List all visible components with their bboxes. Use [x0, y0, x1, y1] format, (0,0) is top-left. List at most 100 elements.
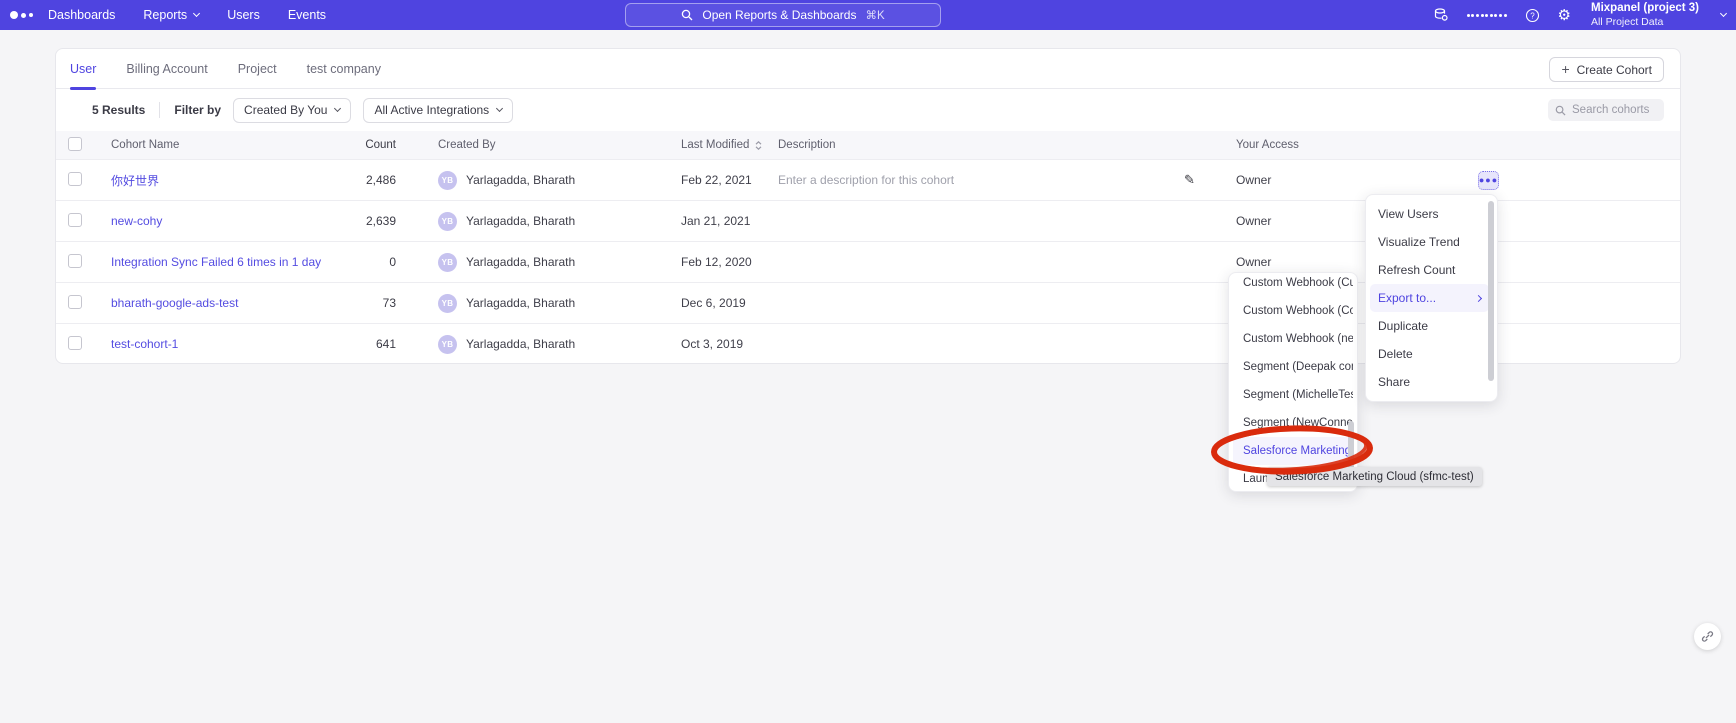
row-context-menu: View Users Visualize Trend Refresh Count…: [1365, 194, 1498, 402]
avatar: YB: [438, 171, 457, 190]
submenu-item-segment-deepak[interactable]: Segment (Deepak con...: [1233, 353, 1353, 381]
project-chevron-down-icon[interactable]: [1720, 10, 1727, 17]
data-management-icon[interactable]: [1433, 7, 1449, 23]
project-name: Mixpanel (project 3): [1591, 2, 1699, 15]
access-level: Owner: [1236, 173, 1466, 187]
chevron-down-icon: [193, 10, 200, 17]
tab-user[interactable]: User: [70, 49, 96, 89]
submenu-item-salesforce-marketing-cloud[interactable]: Salesforce Marketing C...: [1233, 437, 1353, 465]
menu-item-view-users[interactable]: View Users: [1370, 200, 1489, 228]
submenu-item-custom-webhook-cu[interactable]: Custom Webhook (Cu...: [1233, 272, 1353, 297]
created-by-name: Yarlagadda, Bharath: [466, 337, 575, 351]
submenu-item-segment-newconnec[interactable]: Segment (NewConnec...: [1233, 409, 1353, 437]
col-description: Description: [778, 139, 1184, 151]
cohort-count: 0: [356, 255, 396, 269]
mixpanel-logo-icon[interactable]: [10, 11, 36, 19]
plus-icon: +: [1561, 61, 1569, 77]
cohort-count: 2,639: [356, 214, 396, 228]
svg-text:?: ?: [1530, 11, 1535, 20]
cohort-search-input[interactable]: [1572, 104, 1652, 116]
last-modified-date: Dec 6, 2019: [681, 296, 778, 310]
tab-test-company[interactable]: test company: [307, 49, 381, 89]
col-cohort-name: Cohort Name: [111, 139, 356, 151]
cohort-count: 73: [356, 296, 396, 310]
apps-grid-icon[interactable]: [1467, 14, 1507, 17]
chevron-right-icon: [1475, 294, 1482, 301]
cohort-name-link[interactable]: 你好世界: [111, 172, 356, 189]
results-count: 5 Results: [92, 103, 145, 117]
created-by-filter-button[interactable]: Created By You: [233, 98, 351, 123]
row-checkbox[interactable]: [68, 172, 82, 186]
menu-item-duplicate[interactable]: Duplicate: [1370, 312, 1489, 340]
row-actions-ellipsis-button[interactable]: ●●●: [1478, 171, 1499, 190]
global-search-bar[interactable]: Open Reports & Dashboards ⌘K: [625, 3, 941, 27]
col-last-modified[interactable]: Last Modified: [681, 139, 749, 151]
tab-bar: User Billing Account Project test compan…: [56, 49, 1680, 89]
cohort-name-link[interactable]: test-cohort-1: [111, 337, 356, 351]
help-icon[interactable]: ?: [1525, 8, 1540, 23]
scrollbar[interactable]: [1348, 273, 1354, 492]
col-created-by: Created By: [438, 139, 681, 151]
project-switcher[interactable]: Mixpanel (project 3) All Project Data: [1591, 2, 1699, 27]
row-checkbox[interactable]: [68, 213, 82, 227]
row-checkbox[interactable]: [68, 336, 82, 350]
create-cohort-button[interactable]: + Create Cohort: [1549, 57, 1664, 82]
menu-item-export-to[interactable]: Export to...: [1370, 284, 1489, 312]
tab-project[interactable]: Project: [238, 49, 277, 89]
global-search-placeholder: Open Reports & Dashboards: [702, 8, 856, 22]
avatar: YB: [438, 212, 457, 231]
last-modified-date: Oct 3, 2019: [681, 337, 778, 351]
scrollbar[interactable]: [1488, 201, 1494, 393]
cohort-name-link[interactable]: new-cohy: [111, 214, 356, 228]
cohort-name-link[interactable]: bharath-google-ads-test: [111, 296, 356, 310]
chevron-down-icon: [334, 105, 341, 112]
cohort-name-link[interactable]: Integration Sync Failed 6 times in 1 day: [111, 255, 356, 269]
col-count: Count: [356, 139, 396, 151]
nav-item-events[interactable]: Events: [288, 8, 326, 22]
gear-icon[interactable]: ⚙: [1558, 8, 1571, 23]
link-icon: [1701, 630, 1714, 643]
menu-item-visualize-trend[interactable]: Visualize Trend: [1370, 228, 1489, 256]
menu-item-share[interactable]: Share: [1370, 368, 1489, 396]
avatar: YB: [438, 294, 457, 313]
filter-by-label: Filter by: [174, 103, 221, 117]
created-by-name: Yarlagadda, Bharath: [466, 255, 575, 269]
top-nav: Dashboards Reports Users Events Open Rep…: [0, 0, 1736, 30]
table-header: Cohort Name Count Created By Last Modifi…: [56, 131, 1680, 159]
last-modified-date: Feb 22, 2021: [681, 173, 778, 187]
avatar: YB: [438, 253, 457, 272]
edit-pencil-icon[interactable]: ✎: [1184, 172, 1236, 188]
menu-item-refresh-count[interactable]: Refresh Count: [1370, 256, 1489, 284]
search-shortcut-hint: ⌘K: [865, 8, 884, 22]
row-checkbox[interactable]: [68, 295, 82, 309]
description-field[interactable]: Enter a description for this cohort: [778, 173, 1184, 187]
search-icon: [1555, 105, 1566, 116]
menu-item-delete[interactable]: Delete: [1370, 340, 1489, 368]
export-submenu: Custom Webhook (Cu... Custom Webhook (Co…: [1228, 272, 1358, 492]
created-by-name: Yarlagadda, Bharath: [466, 296, 575, 310]
last-modified-date: Feb 12, 2020: [681, 255, 778, 269]
tab-billing-account[interactable]: Billing Account: [126, 49, 207, 89]
nav-item-users[interactable]: Users: [227, 8, 260, 22]
submenu-item-segment-michelletest[interactable]: Segment (MichelleTest): [1233, 381, 1353, 409]
project-scope: All Project Data: [1591, 16, 1699, 28]
sort-icon[interactable]: [754, 140, 763, 151]
submenu-item-custom-webhook-ne[interactable]: Custom Webhook (ne...: [1233, 325, 1353, 353]
submenu-item-custom-webhook-co[interactable]: Custom Webhook (Co...: [1233, 297, 1353, 325]
cohort-count: 641: [356, 337, 396, 351]
col-your-access: Your Access: [1236, 139, 1466, 151]
cohort-search-box[interactable]: [1548, 99, 1664, 121]
divider: [159, 102, 160, 118]
cohort-count: 2,486: [356, 173, 396, 187]
integrations-filter-button[interactable]: All Active Integrations: [363, 98, 513, 123]
filter-bar: 5 Results Filter by Created By You All A…: [56, 89, 1680, 131]
created-by-name: Yarlagadda, Bharath: [466, 173, 575, 187]
last-modified-date: Jan 21, 2021: [681, 214, 778, 228]
integration-tooltip: Salesforce Marketing Cloud (sfmc-test): [1267, 467, 1482, 486]
select-all-checkbox[interactable]: [68, 137, 82, 151]
row-checkbox[interactable]: [68, 254, 82, 268]
nav-item-reports[interactable]: Reports: [143, 8, 199, 22]
nav-item-dashboards[interactable]: Dashboards: [48, 8, 115, 22]
share-link-button[interactable]: [1694, 623, 1721, 650]
search-icon: [681, 9, 693, 21]
